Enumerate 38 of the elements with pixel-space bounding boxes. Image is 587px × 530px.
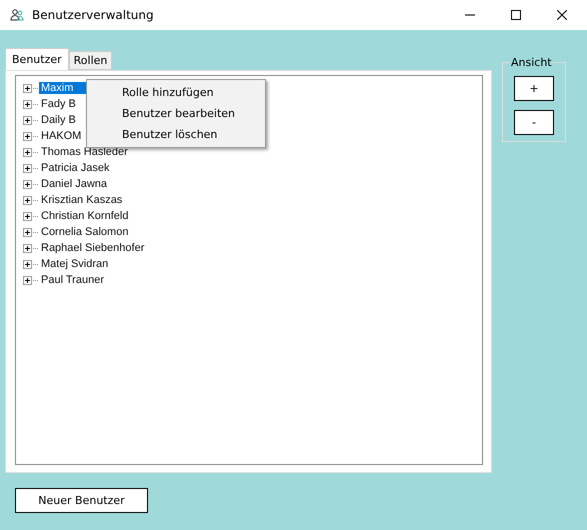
expand-icon[interactable] bbox=[23, 244, 32, 252]
tree-item[interactable]: Matej Svidran bbox=[39, 258, 110, 270]
menu-item[interactable]: Rolle hinzufügen bbox=[87, 82, 265, 103]
tree-item[interactable]: Cornelia Salomon bbox=[39, 226, 130, 238]
expand-icon[interactable] bbox=[23, 180, 32, 188]
tree-item[interactable]: Fady B bbox=[39, 98, 78, 110]
close-icon[interactable] bbox=[557, 10, 567, 20]
tree-item[interactable]: Paul Trauner bbox=[39, 274, 106, 286]
expand-icon[interactable] bbox=[23, 196, 32, 204]
tab[interactable]: Benutzer bbox=[5, 48, 69, 70]
expand-icon[interactable] bbox=[23, 100, 32, 108]
tree-item[interactable]: Daniel Jawna bbox=[39, 178, 110, 190]
expand-icon[interactable] bbox=[23, 164, 32, 172]
new-user-button[interactable]: Neuer Benutzer bbox=[15, 488, 148, 513]
zoom-button[interactable]: + bbox=[514, 76, 554, 101]
users-icon bbox=[10, 8, 24, 22]
menu-item[interactable]: Benutzer bearbeiten bbox=[87, 103, 265, 124]
expand-icon[interactable] bbox=[23, 212, 32, 220]
expand-icon[interactable] bbox=[23, 260, 32, 268]
expand-icon[interactable] bbox=[23, 276, 32, 284]
tree-item[interactable]: Thomas Hasleder bbox=[39, 146, 130, 158]
menu-item[interactable]: Benutzer löschen bbox=[87, 124, 265, 145]
window-title: Benutzerverwaltung bbox=[32, 8, 154, 22]
group-title: Ansicht bbox=[510, 56, 553, 69]
expand-icon[interactable] bbox=[23, 116, 32, 124]
maximize-icon[interactable] bbox=[511, 10, 521, 20]
expand-icon[interactable] bbox=[23, 132, 32, 140]
tree-item[interactable]: Daily B bbox=[39, 114, 78, 126]
expand-icon[interactable] bbox=[23, 84, 32, 92]
expand-icon[interactable] bbox=[23, 228, 32, 236]
tab[interactable]: Rollen bbox=[68, 51, 112, 70]
zoom-button[interactable]: - bbox=[514, 110, 554, 135]
expand-icon[interactable] bbox=[23, 148, 32, 156]
tree-item[interactable]: Christian Kornfeld bbox=[39, 210, 130, 222]
tree-item[interactable]: HAKOM bbox=[39, 130, 84, 142]
tree-item[interactable]: Raphael Siebenhofer bbox=[39, 242, 146, 254]
tree-item[interactable]: Krisztian Kaszas bbox=[39, 194, 124, 206]
tree-item[interactable]: Patricia Jasek bbox=[39, 162, 112, 174]
